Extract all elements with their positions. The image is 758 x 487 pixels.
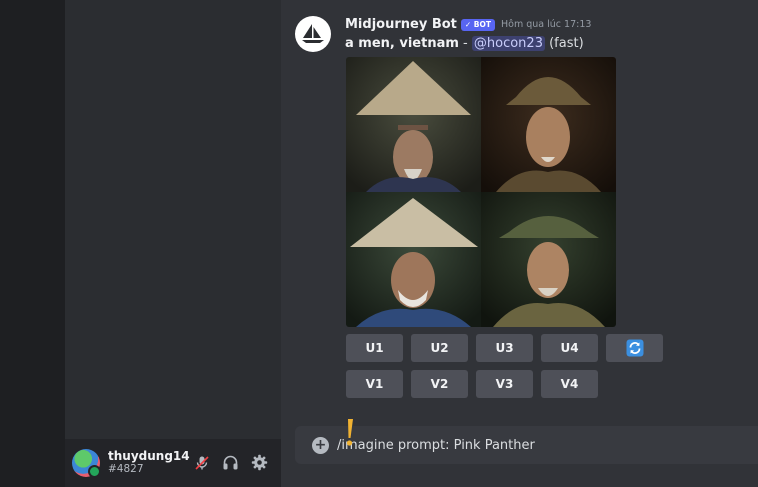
mic-muted-icon[interactable] (192, 453, 211, 472)
bot-avatar[interactable] (295, 16, 331, 52)
user-tag: #4827 (108, 463, 144, 475)
headset-icon[interactable] (221, 453, 240, 472)
channel-sidebar (65, 0, 281, 487)
upscale-button-row: U1 U2 U3 U4 (346, 334, 663, 362)
refresh-icon (626, 339, 643, 357)
message-content: a men, vietnam - @hocon23 (fast) (345, 36, 584, 51)
u3-button[interactable]: U3 (476, 334, 533, 362)
bot-badge: ✓ BOT (460, 18, 495, 31)
image-1[interactable] (346, 57, 481, 192)
image-grid[interactable] (346, 57, 616, 327)
gear-icon[interactable] (250, 453, 269, 472)
reroll-button[interactable] (606, 334, 663, 362)
message-composer[interactable]: + /imagine prompt: Pink Panther (295, 426, 758, 464)
v2-button[interactable]: V2 (411, 370, 468, 398)
u1-button[interactable]: U1 (346, 334, 403, 362)
mode-text: (fast) (549, 36, 584, 51)
sailboat-icon (302, 24, 324, 43)
v1-button[interactable]: V1 (346, 370, 403, 398)
exclamation-icon (346, 419, 353, 446)
server-rail (0, 0, 65, 487)
variation-button-row: V1 V2 V3 V4 (346, 370, 598, 398)
prompt-text: a men, vietnam (345, 36, 459, 51)
timestamp: Hôm qua lúc 17:13 (501, 19, 592, 30)
user-panel: thuydung14 #4827 (65, 439, 281, 487)
plus-icon[interactable]: + (312, 436, 329, 454)
discord-window: thuydung14 #4827 Midjourney Bot ✓ BOT Hô… (0, 0, 758, 487)
avatar[interactable] (72, 449, 101, 478)
message-header: Midjourney Bot ✓ BOT Hôm qua lúc 17:13 (345, 17, 591, 32)
v3-button[interactable]: V3 (476, 370, 533, 398)
u4-button[interactable]: U4 (541, 334, 598, 362)
user-mention[interactable]: @hocon23 (471, 36, 545, 51)
author-name[interactable]: Midjourney Bot (345, 17, 457, 32)
image-2[interactable] (481, 57, 616, 192)
v4-button[interactable]: V4 (541, 370, 598, 398)
separator: - (458, 36, 472, 51)
u2-button[interactable]: U2 (411, 334, 468, 362)
chat-area: Midjourney Bot ✓ BOT Hôm qua lúc 17:13 a… (281, 0, 758, 487)
image-4[interactable] (481, 192, 616, 327)
message-input[interactable]: /imagine prompt: Pink Panther (337, 438, 535, 453)
username: thuydung14 (108, 449, 190, 463)
user-info[interactable]: thuydung14 #4827 (108, 450, 190, 476)
image-3[interactable] (346, 192, 481, 327)
